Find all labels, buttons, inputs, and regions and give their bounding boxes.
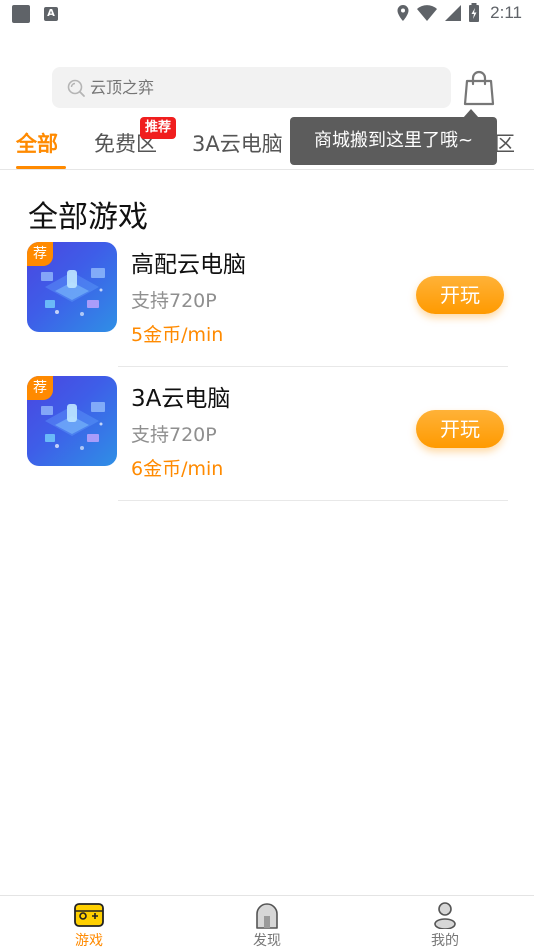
status-bar: A 2:11 — [0, 0, 534, 28]
search-input[interactable] — [90, 67, 430, 108]
nav-discover[interactable]: 发现 — [207, 896, 327, 950]
recommend-tag: 荐 — [27, 376, 53, 400]
game-spec: 支持720P — [131, 424, 217, 446]
row-divider — [118, 500, 508, 501]
game-title: 高配云电脑 — [131, 252, 246, 278]
a-notification-icon: A — [44, 7, 58, 21]
nav-mine-label: 我的 — [431, 933, 459, 949]
play-button[interactable]: 开玩 — [416, 276, 504, 314]
tab-3a-cloud-pc[interactable]: 3A云电脑 — [192, 128, 283, 158]
game-list-item[interactable]: 荐 3A云电脑 支持720P 6金币/min 开玩 — [0, 370, 534, 504]
location-icon — [397, 5, 409, 21]
tab-zone[interactable]: 区 — [494, 128, 515, 158]
shop-moved-tooltip[interactable]: 商城搬到这里了哦~ — [290, 117, 497, 165]
profile-icon — [434, 902, 456, 929]
game-price: 5金币/min — [131, 324, 224, 346]
gamepad-icon — [74, 903, 104, 927]
battery-charging-icon — [469, 3, 480, 22]
active-tab-indicator — [16, 166, 66, 169]
play-button[interactable]: 开玩 — [416, 410, 504, 448]
row-divider — [118, 366, 508, 367]
discover-icon — [256, 903, 278, 929]
recommend-tag: 荐 — [27, 242, 53, 266]
game-spec: 支持720P — [131, 290, 217, 312]
signal-icon — [445, 5, 462, 21]
nav-games[interactable]: 游戏 — [29, 896, 149, 950]
clock: 2:11 — [490, 3, 522, 22]
nav-discover-label: 发现 — [253, 933, 281, 949]
search-icon — [67, 79, 85, 97]
wifi-icon — [417, 5, 438, 21]
nav-games-label: 游戏 — [75, 933, 103, 949]
section-title: 全部游戏 — [28, 200, 148, 235]
nav-mine[interactable]: 我的 — [385, 896, 505, 950]
shopping-bag-icon — [463, 70, 495, 106]
game-price: 6金币/min — [131, 458, 224, 480]
notification-area: A — [12, 5, 58, 23]
game-thumbnail: 荐 — [27, 376, 117, 466]
game-thumbnail: 荐 — [27, 242, 117, 332]
square-notification-icon — [12, 5, 30, 23]
system-status-area: 2:11 — [396, 3, 522, 23]
game-list-item[interactable]: 荐 高配云电脑 支持720P 5金币/min 开玩 — [0, 236, 534, 370]
recommend-badge: 推荐 — [140, 117, 177, 139]
tab-all[interactable]: 全部 — [16, 128, 58, 158]
shop-bag-button[interactable] — [462, 69, 496, 107]
search-bar[interactable] — [52, 67, 451, 108]
game-title: 3A云电脑 — [131, 386, 231, 412]
bottom-navigation: 游戏 发现 我的 — [0, 895, 534, 950]
